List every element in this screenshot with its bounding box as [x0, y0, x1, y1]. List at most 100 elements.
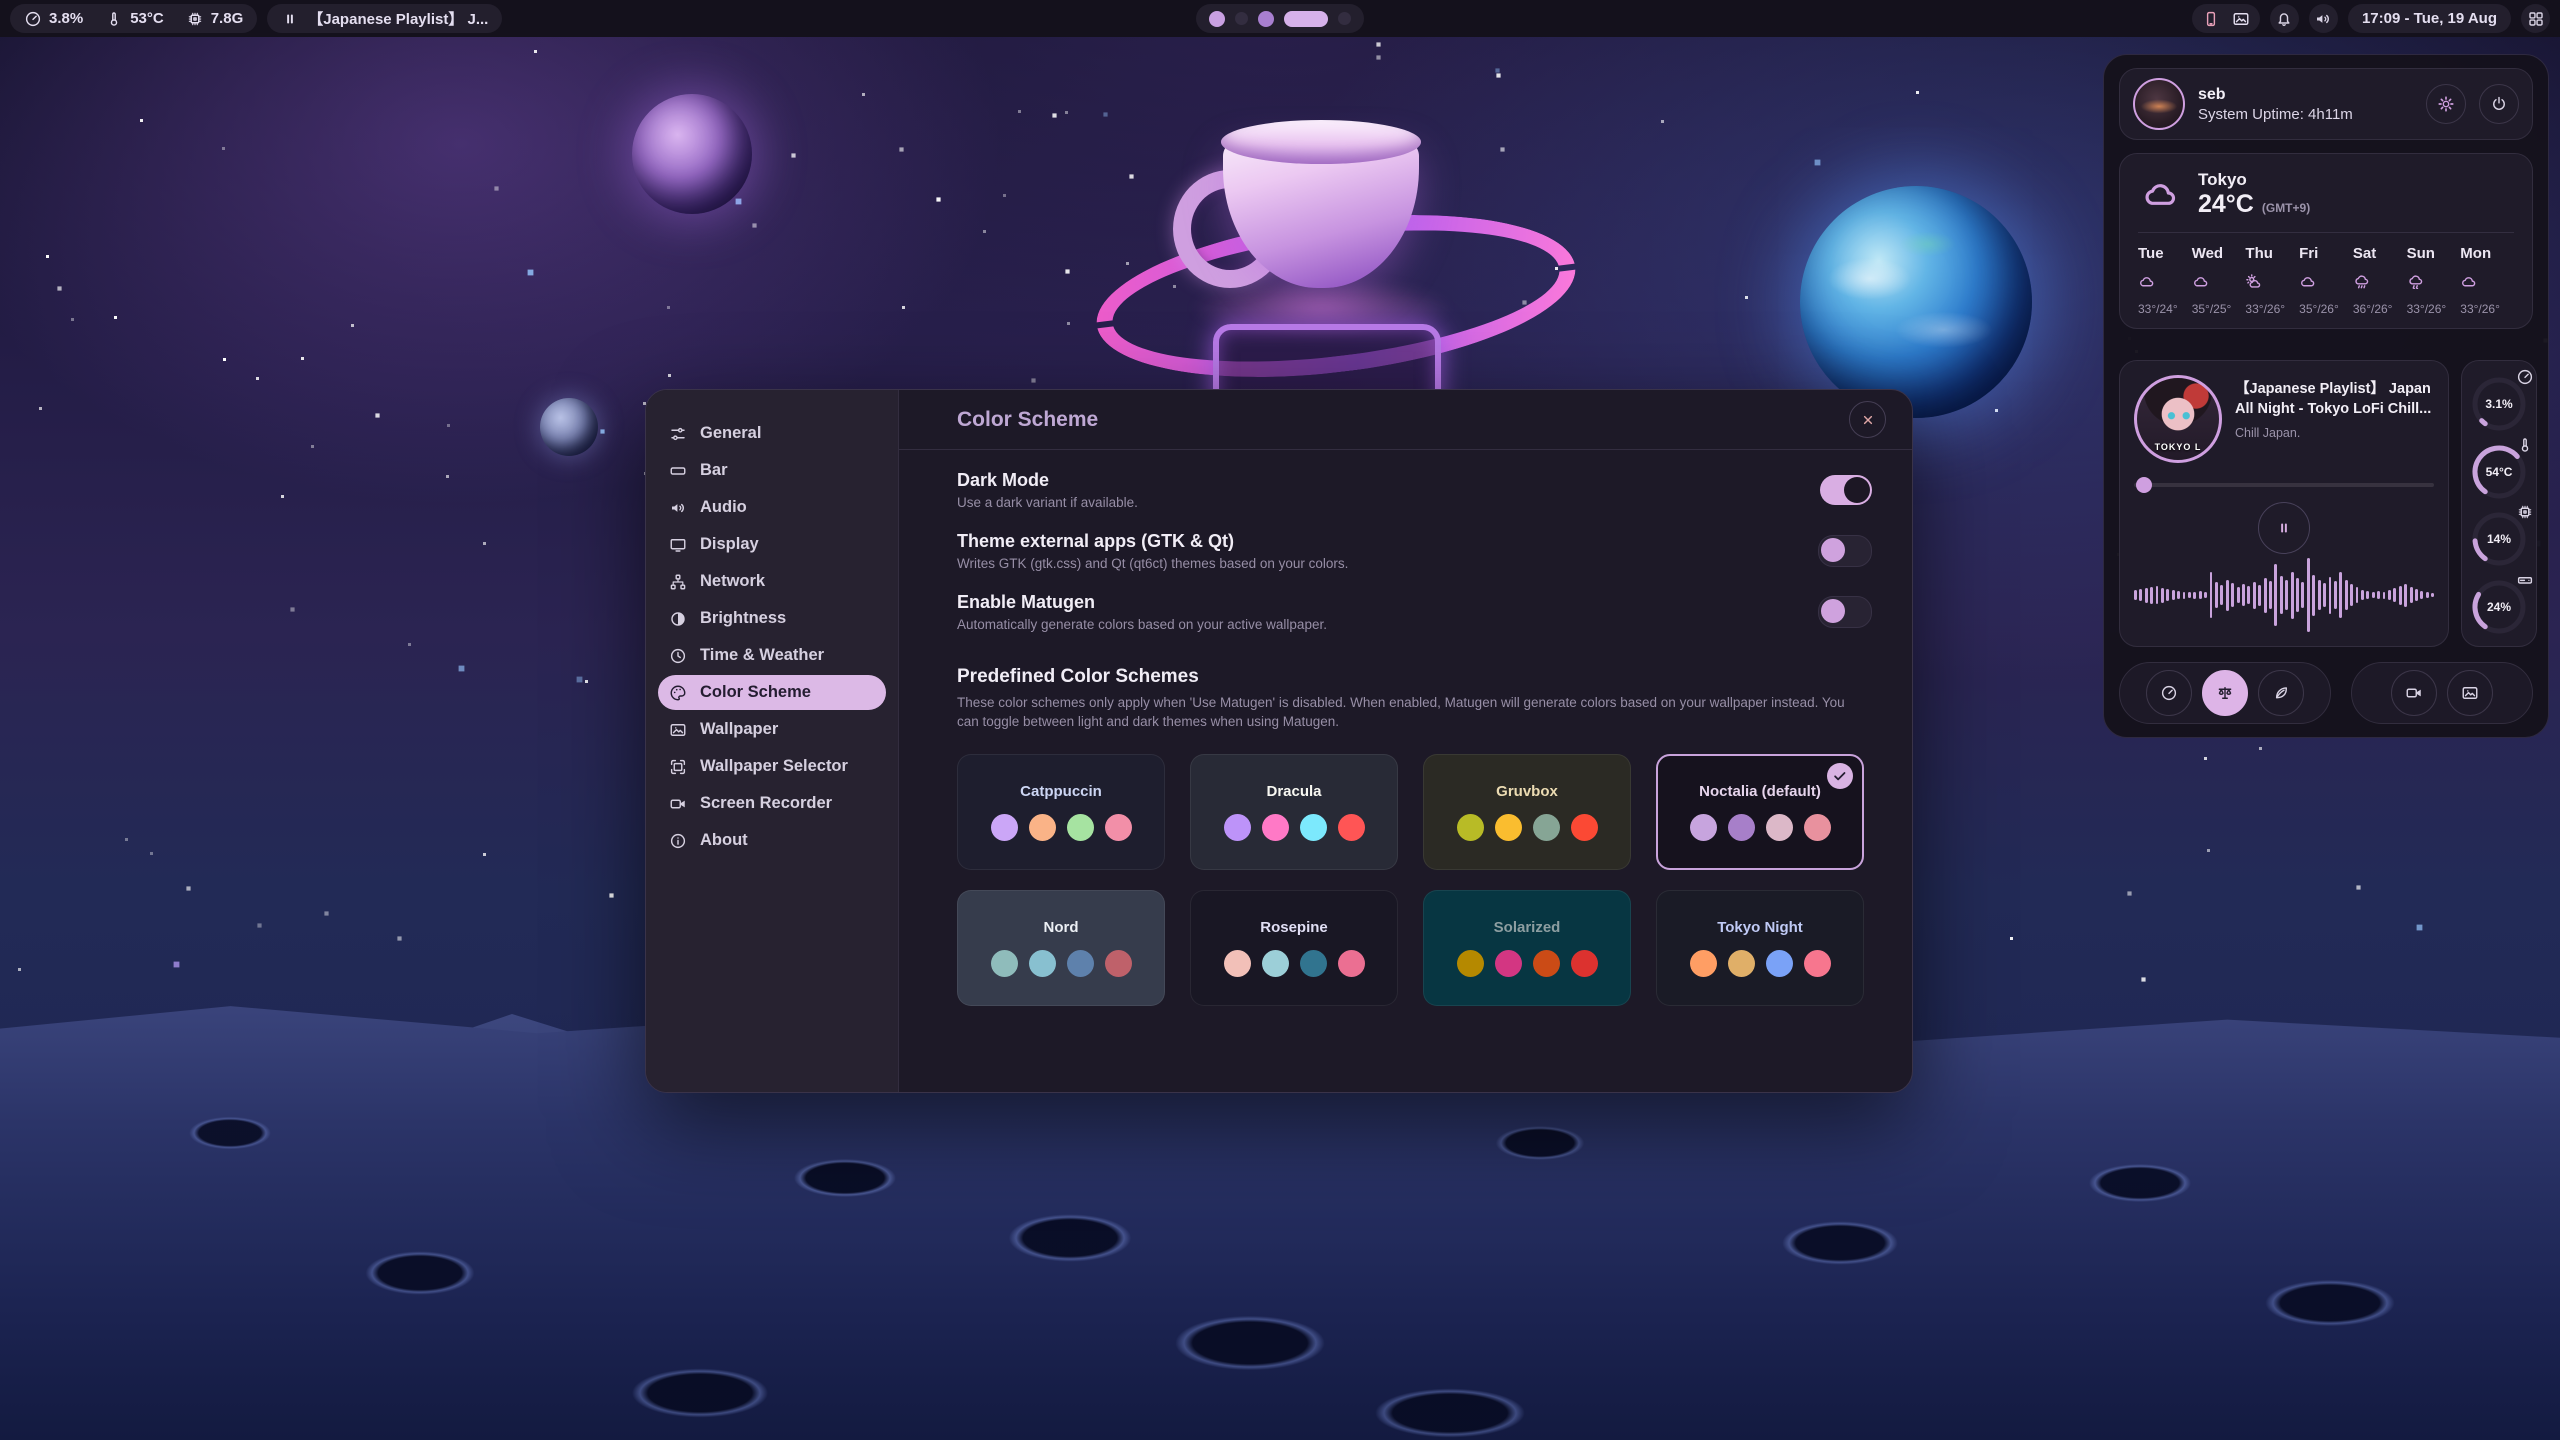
- forecast-day: Sun33°/26°: [2407, 245, 2461, 316]
- forecast-day-name: Fri: [2299, 245, 2353, 262]
- side-panel: seb System Uptime: 4h11m Tokyo 24°C (GMT…: [2103, 54, 2549, 738]
- scheme-card-solarized[interactable]: Solarized: [1423, 890, 1631, 1006]
- sidebar-item-about[interactable]: About: [658, 823, 886, 858]
- scheme-title: Rosepine: [1260, 919, 1328, 936]
- image-button[interactable]: [2447, 670, 2493, 716]
- color-dot: [1262, 950, 1289, 977]
- seek-handle[interactable]: [2136, 477, 2152, 493]
- sidebar-item-wallpaper[interactable]: Wallpaper: [658, 712, 886, 747]
- workspace-2[interactable]: [1235, 12, 1248, 25]
- storm-icon: [2407, 270, 2461, 294]
- color-dot: [1105, 950, 1132, 977]
- weather-timezone: (GMT+9): [2262, 201, 2310, 215]
- forecast-day-name: Wed: [2192, 245, 2246, 262]
- forecast-day: Mon33°/26°: [2460, 245, 2514, 316]
- close-button[interactable]: [1849, 401, 1886, 438]
- seek-bar[interactable]: [2134, 477, 2434, 492]
- sidebar-item-display[interactable]: Display: [658, 527, 886, 562]
- workspace-5[interactable]: [1338, 12, 1351, 25]
- sidebar-item-label: Wallpaper: [700, 720, 778, 739]
- setting-description: Automatically generate colors based on y…: [957, 617, 1798, 632]
- color-dot: [1728, 814, 1755, 841]
- scheme-card-noctalia-default-[interactable]: Noctalia (default): [1656, 754, 1864, 870]
- setting-info: Dark ModeUse a dark variant if available…: [957, 470, 1800, 510]
- settings-button[interactable]: [2426, 84, 2466, 124]
- sidebar-item-label: Audio: [700, 498, 747, 517]
- toggle-switch[interactable]: [1818, 596, 1872, 628]
- tray-app-icon[interactable]: [2202, 10, 2220, 28]
- audio-visualizer: [2134, 558, 2434, 632]
- sidebar-item-general[interactable]: General: [658, 416, 886, 451]
- weather-icon: [2138, 175, 2184, 215]
- color-dot: [1804, 950, 1831, 977]
- bar-icon: [669, 462, 687, 480]
- sidebar-item-bar[interactable]: Bar: [658, 453, 886, 488]
- toggle-switch[interactable]: [1818, 535, 1872, 567]
- disk-icon: [2516, 571, 2534, 594]
- top-bar: 3.8% 53°C 7.8G 【Japanese Playlist】 J... …: [0, 0, 2560, 37]
- sidebar-item-screen-recorder[interactable]: Screen Recorder: [658, 786, 886, 821]
- gauge-button[interactable]: [2146, 670, 2192, 716]
- workspace-1[interactable]: [1209, 11, 1225, 27]
- temperature-icon: [105, 10, 123, 28]
- leaf-button[interactable]: [2258, 670, 2304, 716]
- sidebar-item-time-weather[interactable]: Time & Weather: [658, 638, 886, 673]
- color-dot: [1029, 814, 1056, 841]
- play-pause-button[interactable]: [2258, 502, 2310, 554]
- gauge-14: 14%: [2468, 506, 2530, 568]
- scheme-card-rosepine[interactable]: Rosepine: [1190, 890, 1398, 1006]
- camera-button[interactable]: [2391, 670, 2437, 716]
- workspace-4[interactable]: [1284, 11, 1328, 27]
- toggle-knob: [1821, 599, 1845, 623]
- sidebar-item-network[interactable]: Network: [658, 564, 886, 599]
- notifications-button[interactable]: [2270, 4, 2299, 33]
- scheme-card-dracula[interactable]: Dracula: [1190, 754, 1398, 870]
- scheme-card-nord[interactable]: Nord: [957, 890, 1165, 1006]
- scheme-card-gruvbox[interactable]: Gruvbox: [1423, 754, 1631, 870]
- app-launcher-button[interactable]: [2521, 4, 2550, 33]
- sidebar-item-brightness[interactable]: Brightness: [658, 601, 886, 636]
- system-tray: [2192, 4, 2260, 33]
- forecast-temps: 33°/26°: [2407, 302, 2461, 316]
- clock[interactable]: 17:09 - Tue, 19 Aug: [2348, 4, 2511, 33]
- volume-button[interactable]: [2309, 4, 2338, 33]
- forecast-day: Sat36°/26°: [2353, 245, 2407, 316]
- sidebar-item-color-scheme[interactable]: Color Scheme: [658, 675, 886, 710]
- color-dot: [1766, 814, 1793, 841]
- workspace-3[interactable]: [1258, 11, 1274, 27]
- setting-row: Dark ModeUse a dark variant if available…: [957, 470, 1872, 510]
- settings-header: Color Scheme: [899, 390, 1912, 450]
- color-dot: [1300, 814, 1327, 841]
- color-dot: [1338, 950, 1365, 977]
- network-icon: [669, 573, 687, 591]
- album-art: TOKYO L: [2134, 375, 2222, 463]
- sidebar-item-wallpaper-selector[interactable]: Wallpaper Selector: [658, 749, 886, 784]
- cloud-icon: [2460, 270, 2514, 294]
- gauge-31: 3.1%: [2468, 371, 2530, 433]
- weather-city: Tokyo: [2198, 170, 2310, 190]
- sidebar-item-audio[interactable]: Audio: [658, 490, 886, 525]
- color-dot: [1690, 814, 1717, 841]
- power-button[interactable]: [2479, 84, 2519, 124]
- rain-icon: [2353, 270, 2407, 294]
- scheme-title: Solarized: [1494, 919, 1561, 936]
- scheme-title: Tokyo Night: [1717, 919, 1803, 936]
- memory-icon: [186, 10, 204, 28]
- toggle-switch[interactable]: [1820, 475, 1872, 505]
- scheme-card-catppuccin[interactable]: Catppuccin: [957, 754, 1165, 870]
- tray-wallpaper-icon[interactable]: [2232, 10, 2250, 28]
- media-pill[interactable]: 【Japanese Playlist】 J...: [267, 4, 502, 33]
- chip-icon: [2516, 503, 2534, 526]
- scheme-card-tokyo-night[interactable]: Tokyo Night: [1656, 890, 1864, 1006]
- settings-main: Color Scheme Dark ModeUse a dark variant…: [899, 390, 1912, 1092]
- color-dot: [1571, 950, 1598, 977]
- settings-sidebar: GeneralBar Audio DisplayNetworkBrightnessT…: [646, 390, 899, 1092]
- scheme-colors: [991, 950, 1132, 977]
- sidebar-item-label: Screen Recorder: [700, 794, 832, 813]
- workspace-indicator[interactable]: [1196, 4, 1364, 33]
- setting-description: Writes GTK (gtk.css) and Qt (qt6ct) them…: [957, 556, 1798, 571]
- scales-button[interactable]: [2202, 670, 2248, 716]
- weather-card: Tokyo 24°C (GMT+9) Tue33°/24°Wed35°/25°T…: [2119, 153, 2533, 329]
- gauge-24: 24%: [2468, 574, 2530, 636]
- setting-title: Dark Mode: [957, 470, 1800, 491]
